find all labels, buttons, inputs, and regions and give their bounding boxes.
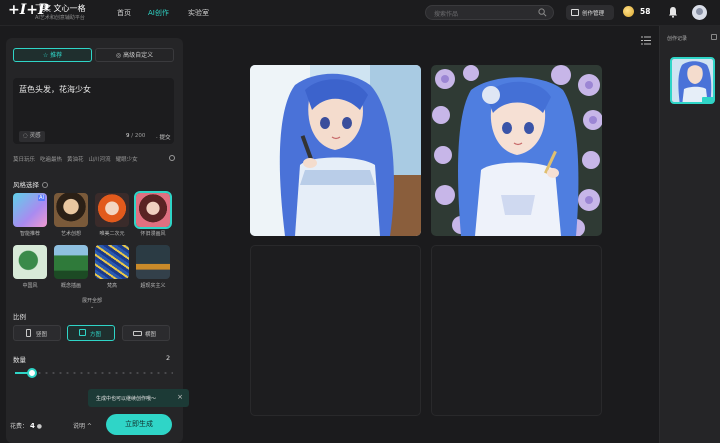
ratio-square-label: 方图 — [90, 332, 102, 338]
char-limit: / 200 — [131, 133, 146, 139]
style-card-vangogh[interactable] — [95, 245, 129, 279]
style-section-label: 风格选择 — [13, 181, 39, 189]
generated-image-1[interactable] — [250, 65, 421, 236]
bell-icon[interactable] — [668, 6, 678, 18]
style-card-anime[interactable] — [95, 193, 129, 227]
mode-tabs: ☆ 推荐 ◎ 高级自定义 — [13, 48, 174, 62]
ratio-portrait-label: 竖图 — [36, 332, 48, 338]
generated-image-2[interactable] — [431, 65, 602, 236]
sample-prompt[interactable]: 黄油花 — [67, 157, 84, 163]
square-icon — [79, 329, 86, 336]
coin-icon — [623, 6, 634, 17]
brand-subtitle: AI艺术和创意辅助平台 — [35, 15, 85, 21]
sample-prompt[interactable]: 吃遍最热 — [40, 157, 62, 163]
chevron-down-icon: ⌄ — [90, 304, 95, 310]
nav-lab[interactable]: 实验室 — [188, 8, 209, 18]
sample-prompt[interactable]: 莫日玩乐 — [13, 157, 35, 163]
tab-advanced-label: 高级自定义 — [123, 52, 154, 59]
tab-advanced[interactable]: ◎ 高级自定义 — [95, 48, 174, 62]
history-title: 创作记录 — [667, 36, 688, 42]
thumbnail-image — [672, 59, 713, 102]
history-sidebar: 创作记录 — [659, 26, 720, 443]
style-card-concept[interactable] — [54, 245, 88, 279]
cost-label: 花费： — [10, 423, 29, 430]
search-placeholder: 搜索作品 — [434, 11, 459, 18]
history-thumbnail[interactable] — [670, 57, 715, 104]
empty-image-slot — [250, 245, 421, 416]
style-card-retro-comic[interactable] — [134, 191, 172, 229]
style-card-surreal[interactable] — [136, 245, 170, 279]
creation-panel: ☆ 推荐 ◎ 高级自定义 蓝色头发，花海少女 ◌ 灵感 9 / 200 · 提交… — [6, 38, 183, 443]
landscape-icon — [133, 331, 142, 336]
generate-bar: 花费： 4 ● 说明 ^ 立即生成 — [0, 407, 190, 443]
empty-image-slot — [431, 245, 602, 416]
settings-icon: ◎ — [115, 52, 124, 59]
quantity-slider[interactable] — [15, 368, 173, 378]
cost-value: 4 — [29, 422, 35, 430]
style-card-smart[interactable]: AI — [13, 193, 47, 227]
toast-notification: 生成中也可以继续创作哦～ × — [88, 389, 189, 407]
toast-text: 生成中也可以继续创作哦～ — [96, 396, 157, 402]
style-label: 艺术创想 — [60, 231, 81, 237]
top-bar: +I+P 飞桨 文心一格 AI艺术和创意辅助平台 首页 AI创作 实验室 搜索作… — [0, 0, 720, 26]
tab-recommended[interactable]: ☆ 推荐 — [13, 48, 92, 62]
prompt-text: 蓝色头发，花海少女 — [19, 85, 91, 94]
style-label: 中国风 — [22, 283, 38, 289]
style-label: 智能推荐 — [19, 231, 40, 237]
sample-prompt[interactable]: 山川河流 — [89, 157, 111, 163]
quantity-section-title: 数量 — [13, 356, 26, 364]
coin-count: 58 — [640, 7, 651, 16]
anime-girl-flowers-image — [431, 65, 602, 236]
search-icon[interactable] — [538, 8, 547, 17]
coin-small-icon: ● — [36, 423, 42, 430]
char-counter: 9 / 200 — [126, 133, 145, 139]
style-card-chinese[interactable] — [13, 245, 47, 279]
collapse-icon[interactable] — [711, 34, 717, 40]
prompt-input[interactable]: 蓝色头发，花海少女 ◌ 灵感 9 / 200 · 提交 — [13, 78, 174, 144]
results-canvas — [190, 26, 659, 443]
style-label: 梵高 — [106, 283, 117, 289]
inspiration-button[interactable]: ◌ 灵感 — [19, 131, 45, 142]
generate-button[interactable]: 立即生成 — [106, 414, 172, 435]
avatar[interactable] — [692, 5, 707, 20]
style-section-title: 风格选择 — [13, 179, 48, 189]
brand-name: 飞桨 文心一格 — [35, 4, 86, 13]
prompt-footer: ◌ 灵感 9 / 200 · 提交 — [13, 129, 174, 144]
list-icon[interactable] — [641, 36, 651, 45]
slider-handle[interactable] — [27, 368, 38, 378]
close-icon[interactable]: × — [177, 393, 183, 401]
char-count: 9 — [126, 133, 130, 139]
style-label: 怀旧漫画风 — [140, 231, 166, 237]
sample-prompt[interactable]: 耀眼少女 — [116, 157, 138, 163]
info-icon[interactable] — [42, 182, 48, 188]
ratio-square[interactable]: 方图 — [67, 325, 115, 341]
style-card-art[interactable] — [54, 193, 88, 227]
style-label: 概念插画 — [60, 283, 81, 289]
ratio-portrait[interactable]: 竖图 — [13, 325, 61, 341]
cost-display: 花费： 4 ● — [10, 421, 42, 430]
anime-girl-image — [250, 65, 421, 236]
nav-ai-create[interactable]: AI创作 — [148, 8, 169, 18]
ratio-landscape[interactable]: 横图 — [122, 325, 170, 341]
style-label: 唯美二次元 — [99, 231, 125, 237]
search-input[interactable]: 搜索作品 — [425, 5, 554, 20]
portrait-icon — [26, 329, 31, 337]
works-manage-label: 创作管理 — [582, 11, 605, 17]
expand-all-button[interactable]: 展开全部 ⌄ — [82, 297, 102, 310]
folder-icon — [571, 9, 579, 16]
tab-recommended-label: 推荐 — [50, 52, 63, 59]
style-label: 超现实主义 — [140, 283, 166, 289]
nav-home[interactable]: 首页 — [117, 8, 131, 18]
ratio-landscape-label: 横图 — [145, 332, 157, 338]
refresh-icon[interactable] — [169, 155, 175, 161]
submit-hint[interactable]: · 提交 — [156, 133, 171, 141]
quantity-value: 2 — [166, 354, 171, 362]
sample-prompts: 莫日玩乐 吃遍最热 黄油花 山川河流 耀眼少女 — [13, 155, 143, 163]
ai-badge: AI — [38, 195, 45, 201]
help-toggle[interactable]: 说明 ^ — [73, 421, 92, 430]
inspiration-label: 灵感 — [29, 133, 41, 139]
works-manage-button[interactable]: 创作管理 — [566, 5, 614, 20]
ratio-section-title: 比例 — [13, 313, 26, 321]
